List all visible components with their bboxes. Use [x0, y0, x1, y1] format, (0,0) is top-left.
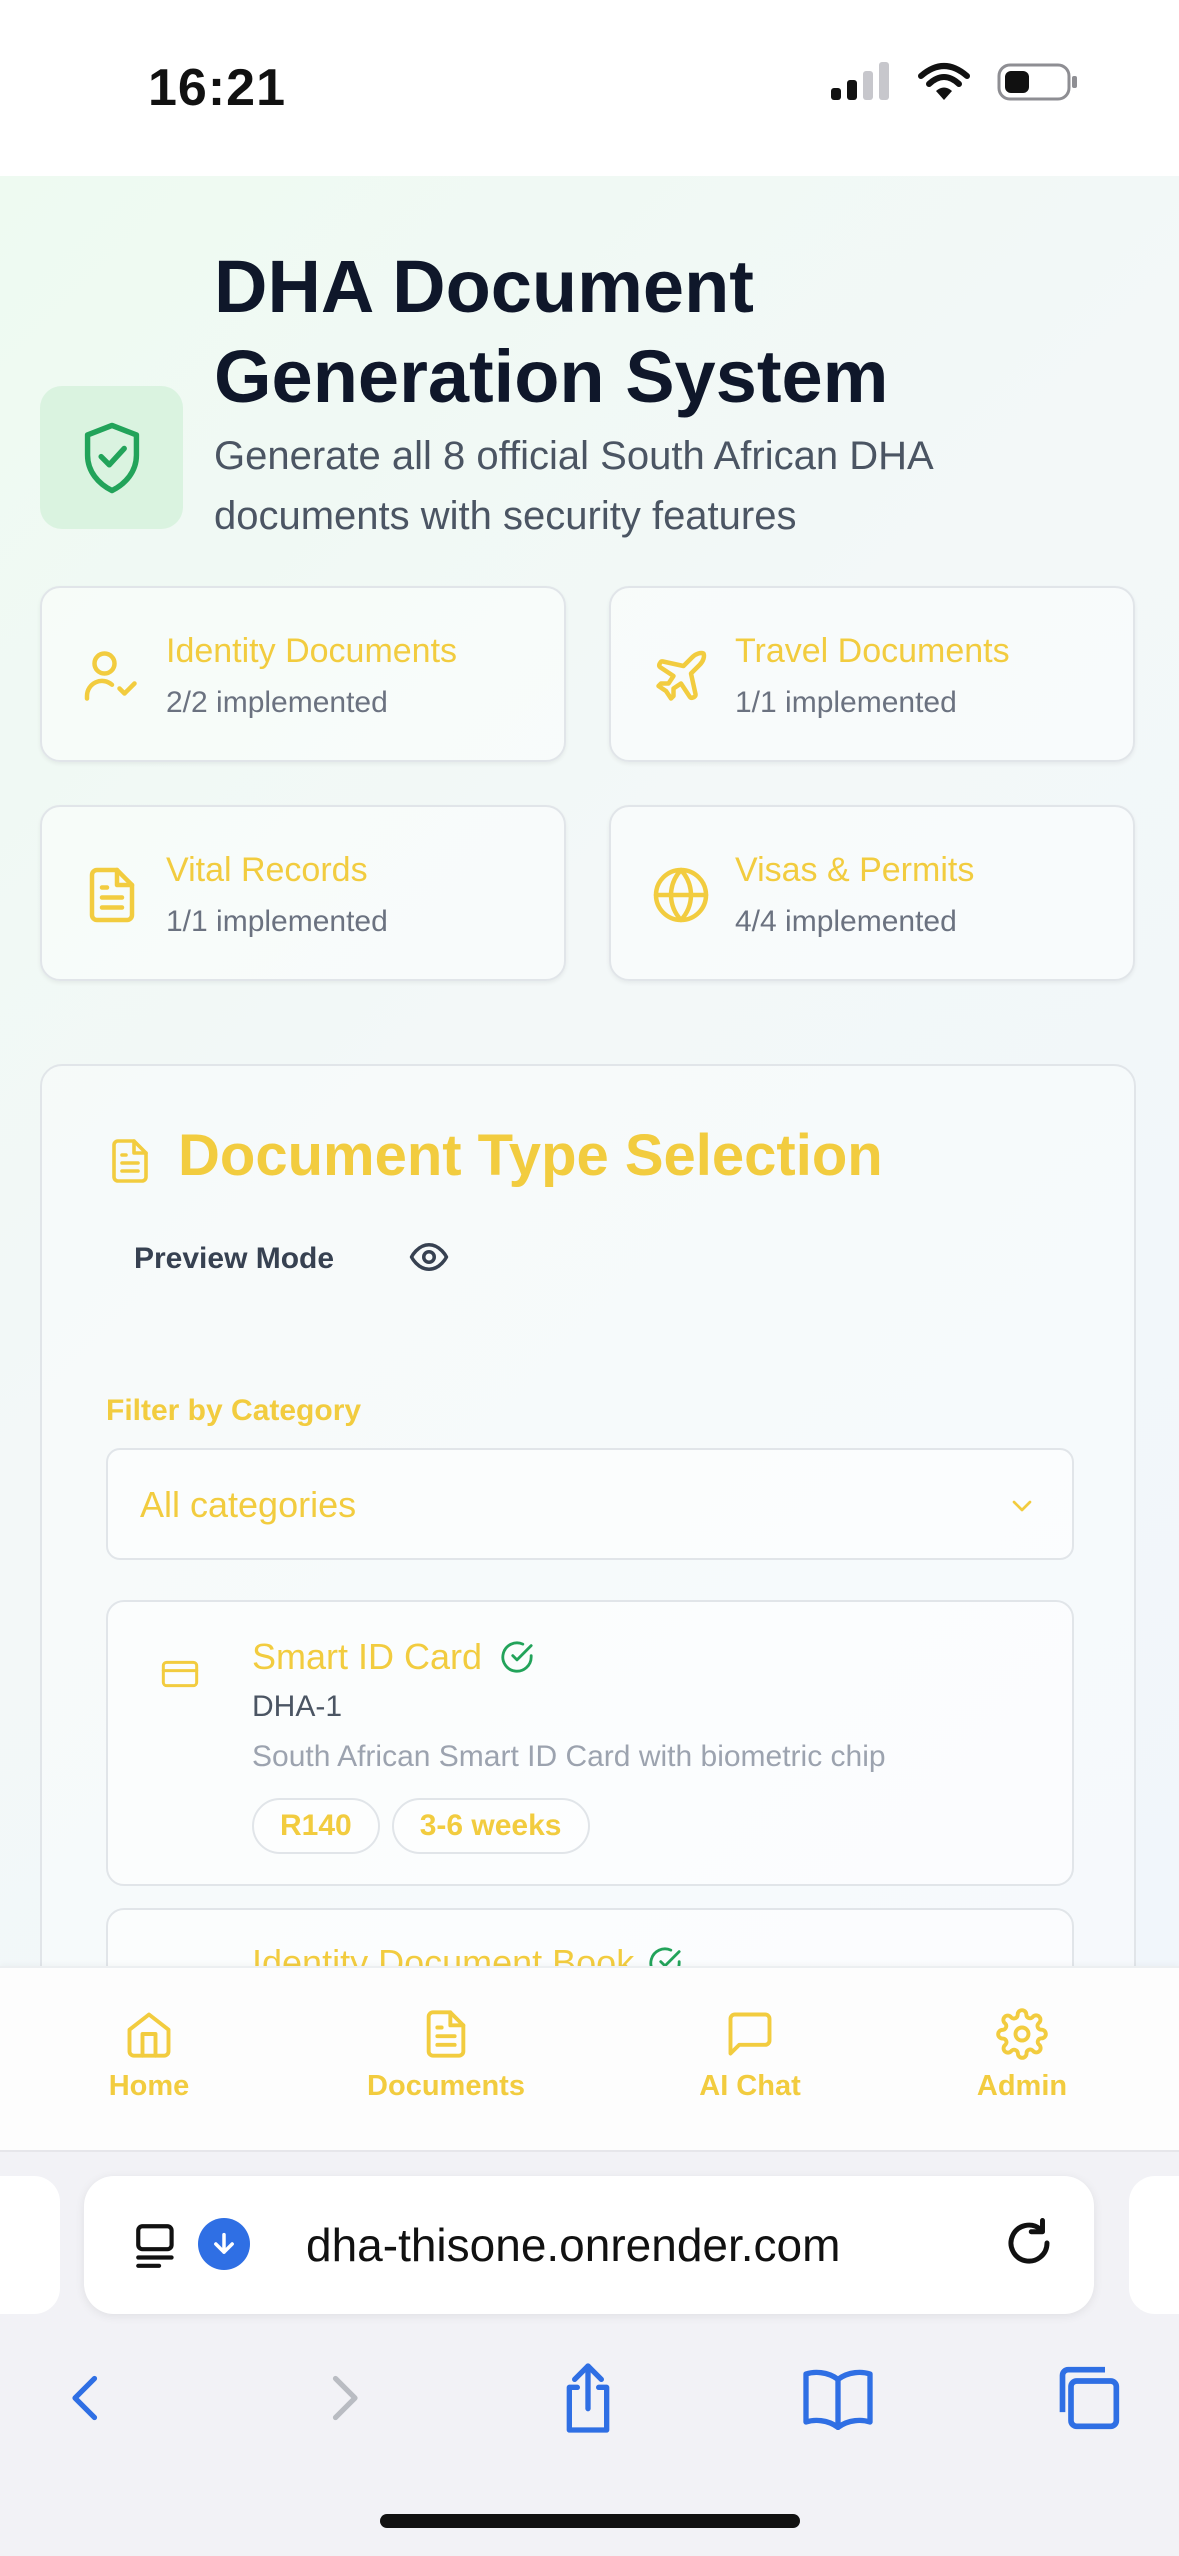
document-card-smart-id[interactable]: Smart ID Card DHA-1 South African Smart …: [106, 1600, 1074, 1886]
document-card-identity-book[interactable]: Identity Document Book: [106, 1908, 1074, 1966]
category-select[interactable]: All categories: [106, 1448, 1074, 1560]
globe-icon: [653, 867, 709, 923]
status-icons: [829, 62, 1079, 102]
document-name: Smart ID Card: [252, 1636, 483, 1677]
status-bar: 16:21: [0, 0, 1179, 176]
settings-icon: [996, 2008, 1048, 2060]
nav-item-documents[interactable]: Documents: [346, 2008, 546, 2103]
app-logo: [40, 386, 183, 529]
plane-icon: [656, 650, 707, 701]
duration-badge: 3-6 weeks: [391, 1798, 590, 1854]
check-circle-icon: [649, 1947, 681, 1966]
next-tab-preview[interactable]: [1129, 2176, 1179, 2314]
check-circle-icon: [501, 1641, 533, 1673]
tabs-icon: [1059, 2366, 1120, 2430]
stat-status: 4/4 implemented: [735, 905, 957, 938]
preview-mode-label: Preview Mode: [134, 1242, 335, 1275]
forward-button[interactable]: [302, 2358, 382, 2438]
share-button[interactable]: [548, 2358, 628, 2438]
page-subtitle: Generate all 8 official South African DH…: [214, 434, 932, 538]
stat-status: 1/1 implemented: [735, 686, 957, 719]
bottom-nav: Home Documents AI Chat Admin: [0, 1966, 1179, 2150]
page-title: DHA Document Generation System: [214, 245, 889, 418]
stat-status: 1/1 implemented: [166, 905, 388, 938]
stat-card-visas[interactable]: Visas & Permits 4/4 implemented: [609, 805, 1135, 981]
chevron-right-icon: [332, 2375, 358, 2421]
reader-icon[interactable]: [132, 2220, 182, 2270]
share-icon: [566, 2363, 610, 2433]
document-icon: [426, 2010, 466, 2058]
file-text-icon: [89, 867, 135, 923]
chat-icon: [728, 2012, 772, 2056]
stat-title: Vital Records: [166, 851, 368, 889]
address-bar[interactable]: dha-thisone.onrender.com: [84, 2176, 1094, 2314]
document-selection-panel: Document Type Selection Preview Mode Fil…: [40, 1064, 1136, 1966]
book-icon: [803, 2369, 873, 2430]
signal-icon: [831, 62, 889, 100]
stat-card-identity[interactable]: Identity Documents 2/2 implemented: [40, 586, 566, 762]
price-badge: R140: [252, 1798, 380, 1854]
chevron-left-icon: [72, 2375, 98, 2421]
browser-toolbar: dha-thisone.onrender.com: [0, 2150, 1179, 2556]
nav-label: Admin: [976, 2070, 1068, 2102]
user-check-icon: [84, 651, 137, 701]
tabs-button[interactable]: [1048, 2358, 1128, 2438]
filter-label: Filter by Category: [106, 1394, 362, 1427]
category-select-value: All categories: [140, 1484, 357, 1525]
previous-tab-preview[interactable]: [0, 2176, 60, 2314]
stat-title: Identity Documents: [166, 632, 458, 670]
stat-title: Travel Documents: [735, 632, 1010, 670]
bookmarks-button[interactable]: [798, 2358, 878, 2438]
battery-icon: [997, 63, 1077, 101]
stat-status: 2/2 implemented: [166, 686, 388, 719]
nav-label: Home: [108, 2070, 190, 2102]
wifi-icon: [918, 63, 970, 100]
status-time: 16:21: [148, 59, 286, 117]
home-indicator: [380, 2514, 800, 2528]
reload-icon[interactable]: [1002, 2216, 1056, 2270]
nav-label: AI Chat: [699, 2070, 801, 2102]
document-name: Identity Document Book: [252, 1942, 635, 1966]
download-icon[interactable]: [198, 2218, 250, 2270]
document-tags: R140 3-6 weeks: [252, 1798, 590, 1854]
credit-card-icon: [161, 1660, 199, 1688]
nav-item-admin[interactable]: Admin: [922, 2008, 1122, 2103]
nav-item-home[interactable]: Home: [49, 2008, 249, 2103]
file-text-icon: [112, 1139, 148, 1183]
page-content: DHA Document Generation System Generate …: [0, 176, 1179, 1966]
eye-icon[interactable]: [408, 1236, 450, 1278]
back-button[interactable]: [48, 2358, 128, 2438]
panel-title: Document Type Selection: [178, 1123, 883, 1188]
stat-card-vital[interactable]: Vital Records 1/1 implemented: [40, 805, 566, 981]
chevron-down-icon: [1012, 1500, 1032, 1512]
stat-card-travel[interactable]: Travel Documents 1/1 implemented: [609, 586, 1135, 762]
home-icon: [127, 2012, 171, 2058]
stat-title: Visas & Permits: [735, 851, 975, 889]
document-code: DHA-1: [252, 1690, 343, 1723]
shield-check-icon: [84, 422, 139, 493]
nav-label: Documents: [367, 2070, 525, 2102]
nav-item-ai-chat[interactable]: AI Chat: [650, 2008, 850, 2103]
url-text: dha-thisone.onrender.com: [306, 2219, 841, 2271]
document-description: South African Smart ID Card with biometr…: [252, 1740, 886, 1773]
